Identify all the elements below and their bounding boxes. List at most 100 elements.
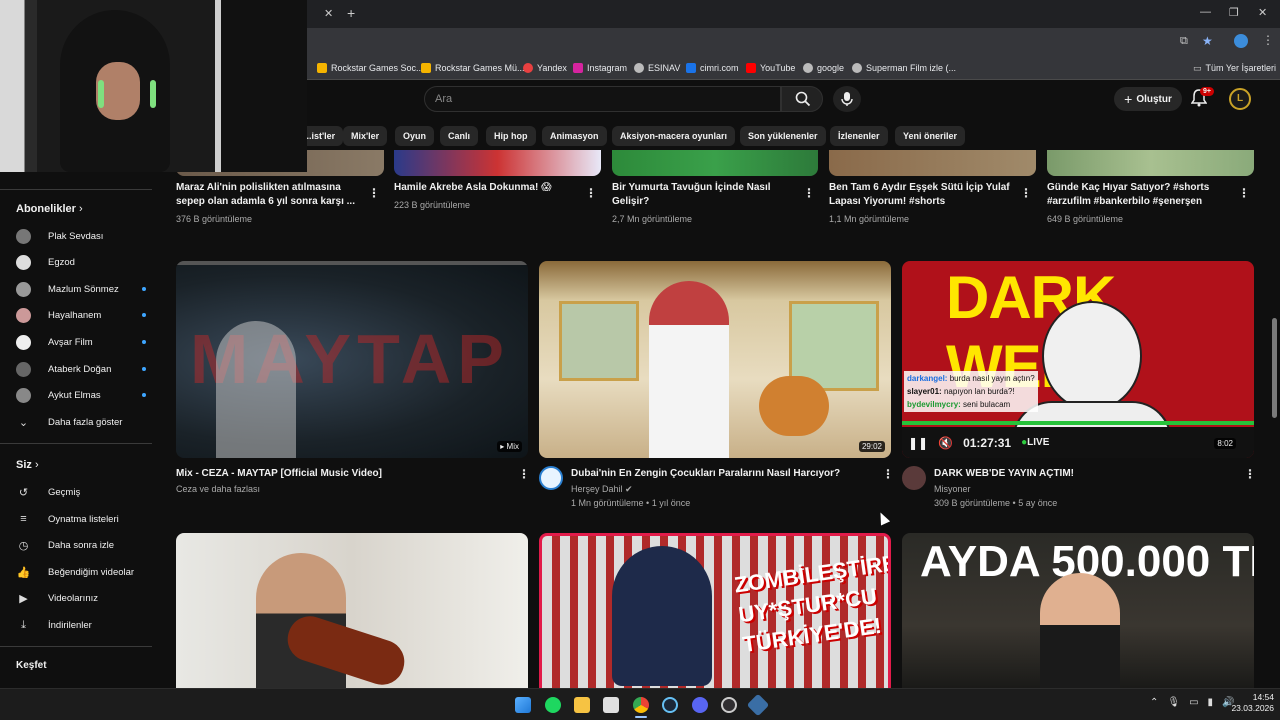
bookmark-item[interactable]: Instagram — [573, 61, 627, 75]
bookmark-item[interactable]: Rockstar Games Mü... — [421, 61, 525, 75]
sidebar-subscription[interactable]: Egzod — [16, 253, 146, 271]
sidebar-item-your-videos[interactable]: ▶ Videolarınız — [16, 589, 146, 607]
sidebar-subscription[interactable]: Plak Sevdası — [16, 227, 146, 245]
progress-bar[interactable] — [902, 421, 1254, 425]
video-views: 649 B görüntüleme — [1047, 214, 1124, 224]
new-tab-icon[interactable]: + — [347, 5, 355, 21]
steam-icon[interactable] — [662, 697, 678, 713]
menu-kebab-icon[interactable]: ⋮ — [1262, 33, 1274, 47]
search-button[interactable] — [781, 86, 823, 112]
chevron-up-icon[interactable]: ⌃ — [1150, 697, 1158, 708]
file-explorer-icon[interactable] — [574, 697, 590, 713]
you-heading[interactable]: Siz › — [16, 459, 39, 471]
bookmark-item[interactable]: YouTube — [746, 61, 795, 75]
pause-icon[interactable]: ❚❚ — [908, 436, 928, 450]
cast-icon[interactable]: ⧉ — [1180, 35, 1188, 48]
show-more-button[interactable]: ⌄ Daha fazla göster — [16, 413, 146, 431]
chip[interactable]: Yeni öneriler — [895, 126, 966, 146]
mute-icon[interactable]: 🔇 — [938, 436, 953, 450]
battery-icon[interactable]: ▮ — [1208, 697, 1214, 708]
channel-avatar[interactable] — [539, 466, 563, 490]
channel-name[interactable]: Herşey Dahil ✔ — [571, 482, 633, 496]
sidebar-subscription[interactable]: Mazlum Sönmez — [16, 280, 146, 298]
sidebar-item-downloads[interactable]: ⤓ İndirilenler — [16, 616, 146, 634]
sidebar-item-playlists[interactable]: ≡ Oynatma listeleri — [16, 510, 146, 528]
monitor-icon[interactable]: ▭ — [1189, 697, 1198, 708]
chip[interactable]: İzlenenler — [830, 126, 888, 146]
discord-icon[interactable] — [692, 697, 708, 713]
bookmark-item[interactable]: Yandex — [523, 61, 567, 75]
more-options-icon[interactable]: ⋮ — [882, 467, 894, 481]
video-thumbnail[interactable] — [1047, 150, 1254, 176]
mic-tray-icon[interactable]: 🎙 — [1167, 697, 1180, 708]
channel-avatar[interactable] — [902, 466, 926, 490]
video-thumbnail[interactable]: ZOMBİLEŞTİREN UY*ŞTUR*CU TÜRKİYE'DE! — [539, 533, 891, 688]
more-options-icon[interactable]: ⋮ — [1238, 186, 1250, 200]
chip[interactable]: Aksiyon-macera oyunları — [612, 126, 736, 146]
video-title[interactable]: DARK WEB'DE YAYIN AÇTIM! — [934, 467, 1234, 481]
bookmark-star-icon[interactable]: ★ — [1202, 34, 1213, 48]
sidebar-item-liked-videos[interactable]: 👍 Beğendiğim videolar — [16, 563, 146, 581]
sidebar-item-history[interactable]: ↺ Geçmiş — [16, 483, 146, 501]
video-title[interactable]: Maraz Ali'nin polislikten atılmasına sep… — [176, 181, 361, 209]
subscriptions-heading[interactable]: Abonelikler › — [16, 203, 83, 215]
sidebar-subscription[interactable]: Hayalhanem — [16, 306, 146, 324]
bookmark-item[interactable]: google — [803, 61, 844, 75]
video-title[interactable]: Bir Yumurta Tavuğun İçinde Nasıl Gelişir… — [612, 181, 797, 209]
chip[interactable]: Animasyon — [542, 126, 607, 146]
obs-icon[interactable] — [721, 697, 737, 713]
chrome-icon[interactable] — [633, 697, 649, 713]
bookmark-item[interactable]: ESINAV — [634, 61, 680, 75]
video-title[interactable]: Hamile Akrebe Asla Dokunma! 😱 — [394, 181, 579, 195]
minimize-icon[interactable]: — — [1200, 6, 1211, 18]
taskbar-clock[interactable]: 14:54 23.03.2026 — [1226, 692, 1274, 714]
start-icon[interactable] — [515, 697, 531, 713]
video-title[interactable]: Dubai'nin En Zengin Çocukları Paralarını… — [571, 467, 871, 481]
more-options-icon[interactable]: ⋮ — [803, 186, 815, 200]
close-tab-icon[interactable]: ✕ — [324, 7, 333, 20]
chip[interactable]: Son yüklenenler — [740, 126, 826, 146]
voice-search-button[interactable] — [833, 86, 861, 112]
create-button[interactable]: + Oluştur — [1114, 87, 1182, 111]
video-thumbnail[interactable] — [612, 150, 818, 176]
chip[interactable]: Canlı — [440, 126, 479, 146]
video-thumbnail[interactable] — [394, 150, 601, 176]
channel-name[interactable]: Ceza ve daha fazlası — [176, 482, 260, 496]
channel-name[interactable]: Misyoner — [934, 482, 971, 496]
sidebar-subscription[interactable]: Aykut Elmas — [16, 386, 146, 404]
page-scrollbar-thumb[interactable] — [1272, 318, 1277, 418]
video-thumbnail[interactable]: DARK WEB darkangel: burda nasıl yayın aç… — [902, 261, 1254, 458]
more-options-icon[interactable]: ⋮ — [1244, 467, 1256, 481]
sidebar-item-watch-later[interactable]: ◷ Daha sonra izle — [16, 536, 146, 554]
bookmark-item[interactable]: Superman Film izle (... — [852, 61, 956, 75]
bookmark-item[interactable]: Rockstar Games Soc... — [317, 61, 424, 75]
chip[interactable]: Mix'ler — [343, 126, 388, 146]
video-title[interactable]: Mix - CEZA - MAYTAP [Official Music Vide… — [176, 467, 496, 481]
video-thumbnail[interactable]: 29:02 — [539, 261, 891, 458]
channel-avatar — [16, 281, 31, 297]
sidebar-subscription[interactable]: Avşar Film — [16, 333, 146, 351]
maximize-icon[interactable]: ❐ — [1229, 6, 1239, 19]
video-title[interactable]: Ben Tam 6 Aydır Eşşek Sütü İçip Yulaf La… — [829, 181, 1014, 209]
sidebar-subscription[interactable]: Ataberk Doğan — [16, 360, 146, 378]
video-thumbnail[interactable]: MAYTAP ▸ Mix — [176, 261, 528, 458]
video-thumbnail[interactable] — [176, 533, 528, 688]
bookmark-item[interactable]: cimri.com — [686, 61, 739, 75]
video-title[interactable]: Günde Kaç Hıyar Satıyor? #shorts #arzufi… — [1047, 181, 1232, 209]
more-options-icon[interactable]: ⋮ — [1020, 186, 1032, 200]
video-thumbnail[interactable] — [829, 150, 1036, 176]
chip[interactable]: Oyun — [395, 126, 435, 146]
more-options-icon[interactable]: ⋮ — [585, 186, 597, 200]
spotify-icon[interactable] — [545, 697, 561, 713]
more-options-icon[interactable]: ⋮ — [518, 467, 530, 481]
all-bookmarks-button[interactable]: ▭ Tüm Yer İşaretleri — [1193, 61, 1276, 75]
video-thumbnail[interactable]: AYDA 500.000 TL — [902, 533, 1254, 688]
search-input[interactable]: Ara — [424, 86, 781, 112]
profile-avatar[interactable] — [1234, 34, 1248, 48]
account-avatar[interactable]: L — [1229, 88, 1251, 110]
window-close-icon[interactable]: ✕ — [1258, 6, 1267, 19]
store-icon[interactable] — [603, 697, 619, 713]
notifications-button[interactable]: 9+ — [1190, 87, 1214, 109]
chip[interactable]: Hip hop — [486, 126, 536, 146]
more-options-icon[interactable]: ⋮ — [368, 186, 380, 200]
